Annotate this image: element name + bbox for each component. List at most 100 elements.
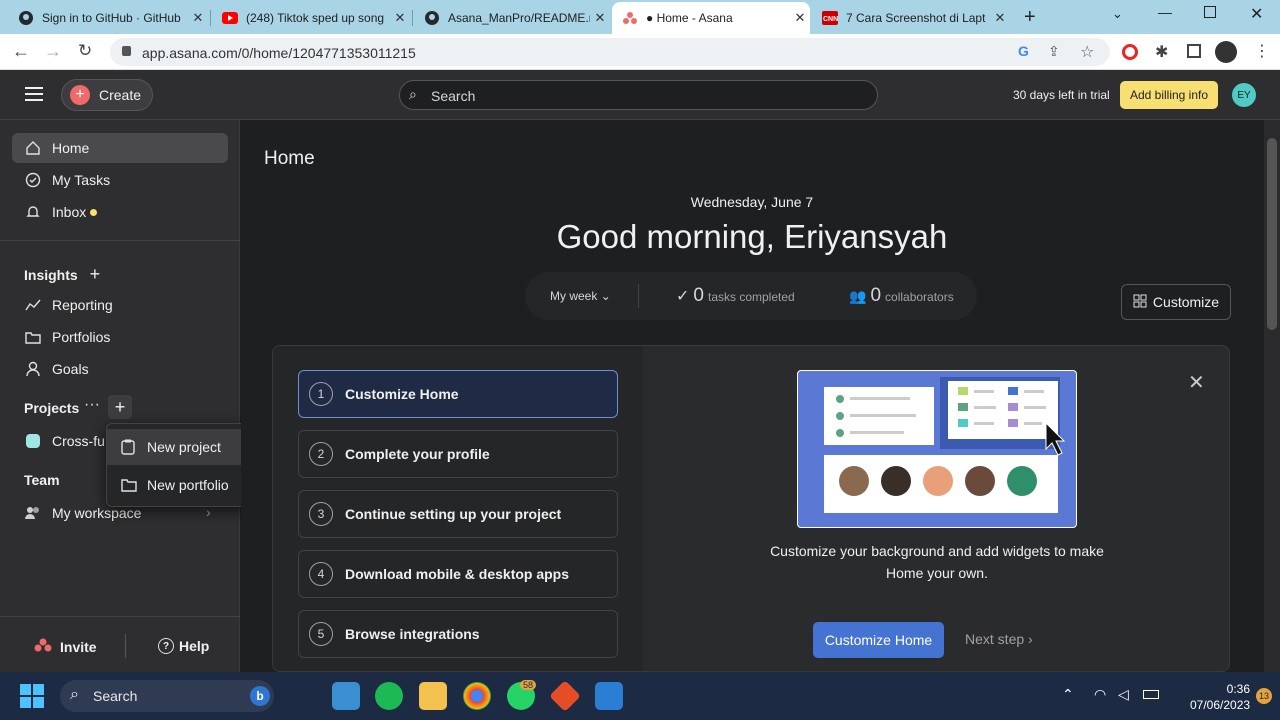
lock-icon — [122, 46, 131, 56]
restore-icon[interactable] — [1204, 6, 1216, 18]
git-app-icon[interactable] — [549, 680, 581, 712]
forward-icon[interactable]: → — [44, 41, 62, 62]
tab-title: 7 Cara Screenshot di Lapt — [846, 11, 986, 25]
customize-home-button[interactable]: Customize Home — [813, 622, 944, 658]
projects-heading[interactable]: Projects — [24, 400, 79, 416]
minimize-icon[interactable]: — — [1158, 4, 1172, 20]
sidebar-item-label: Home — [52, 140, 90, 156]
main-scrollbar[interactable] — [1264, 120, 1280, 672]
step-complete-profile[interactable]: 2 Complete your profile — [298, 430, 618, 478]
sidebar-item-my-tasks[interactable]: My Tasks — [12, 165, 228, 195]
help-button[interactable]: ? Help — [158, 638, 209, 654]
sidebar-item-portfolios[interactable]: Portfolios — [12, 322, 228, 352]
sidebar-item-label: My workspace — [52, 505, 142, 521]
extensions-puzzle-icon[interactable]: ✱ — [1155, 42, 1168, 62]
chrome-icon[interactable] — [463, 682, 491, 710]
tab-title: Sign in to GitHub · GitHub — [42, 11, 181, 25]
browser-tab[interactable]: CNN 7 Cara Screenshot di Lapt ✕ — [812, 2, 1010, 34]
onboarding-steps: 1 Customize Home 2 Complete your profile 3… — [273, 346, 643, 671]
chevron-up-icon[interactable]: ⌃ — [1062, 686, 1074, 703]
add-billing-button[interactable]: Add billing info — [1120, 81, 1218, 109]
search-input[interactable]: ⌕ Search — [399, 80, 878, 110]
scroll-thumb[interactable] — [1267, 138, 1277, 330]
whatsapp-badge: 58 — [520, 680, 537, 690]
home-icon — [24, 139, 42, 157]
close-panel-icon[interactable]: ✕ — [1188, 370, 1205, 395]
greeting-text: Good morning, Eriyansyah — [556, 218, 948, 255]
chart-line-icon — [24, 296, 42, 314]
battery-icon[interactable] — [1143, 690, 1159, 699]
bing-icon[interactable]: b — [250, 686, 270, 706]
browser-tab[interactable]: Asana_ManPro/README.m ✕ — [414, 2, 610, 34]
back-icon[interactable]: ← — [12, 41, 30, 62]
extension-icon[interactable] — [1122, 44, 1138, 60]
browser-tab-active[interactable]: ● Home - Asana ✕ — [612, 2, 810, 34]
stats-bar: My week ⌄ ✓ 0 tasks completed 👥 0 collab… — [525, 272, 977, 320]
side-panel-icon[interactable] — [1187, 44, 1201, 58]
profile-avatar[interactable] — [1215, 41, 1237, 63]
new-tab-icon[interactable]: + — [1024, 6, 1036, 29]
system-clock[interactable]: 0:36 07/06/2023 — [1190, 681, 1250, 713]
next-step-button[interactable]: Next step › — [965, 631, 1033, 647]
add-insight-icon[interactable]: + — [90, 264, 101, 284]
browser-tab[interactable]: (248) Tiktok sped up song ✕ — [212, 2, 410, 34]
photos-icon[interactable] — [595, 682, 623, 710]
menu-item-label: New project — [147, 439, 221, 455]
url-text: app.asana.com/0/home/1204771353011215 — [142, 45, 416, 61]
windows-start-icon[interactable] — [20, 684, 44, 713]
tab-search-icon[interactable]: ⌄ — [1112, 6, 1123, 22]
notification-badge[interactable]: 13 — [1256, 688, 1272, 704]
file-explorer-icon[interactable] — [419, 682, 447, 710]
search-icon: ⌕ — [409, 86, 417, 102]
people-icon — [24, 504, 42, 522]
app-topbar: + Create ⌕ Search 30 days left in trial … — [0, 70, 1280, 120]
team-heading[interactable]: Team — [24, 472, 60, 488]
step-download-apps[interactable]: 4 Download mobile & desktop apps — [298, 550, 618, 598]
step-browse-integrations[interactable]: 5 Browse integrations — [298, 610, 618, 658]
user-avatar[interactable]: EY — [1232, 83, 1256, 107]
asana-logo-icon — [34, 638, 52, 655]
close-tab-icon[interactable]: ✕ — [188, 10, 208, 26]
wifi-icon[interactable]: ◠ — [1094, 686, 1106, 703]
plus-icon: + — [70, 85, 90, 105]
bell-icon — [24, 203, 42, 221]
share-icon[interactable]: ⇪ — [1048, 43, 1060, 60]
tab-title: Asana_ManPro/README.m — [448, 11, 590, 25]
help-icon: ? — [158, 638, 174, 654]
menu-item-label: New portfolio — [147, 477, 229, 493]
close-tab-icon[interactable]: ✕ — [390, 10, 410, 26]
close-tab-icon[interactable]: ✕ — [790, 10, 810, 26]
spotify-icon[interactable] — [375, 682, 403, 710]
bookmark-star-icon[interactable]: ☆ — [1080, 42, 1094, 62]
close-window-icon[interactable]: ✕ — [1250, 4, 1263, 24]
sidebar-item-inbox[interactable]: Inbox — [12, 197, 228, 227]
google-icon[interactable]: G — [1018, 43, 1029, 59]
volume-icon[interactable]: ◁ — [1118, 686, 1129, 703]
taskbar-search[interactable]: ⌕ Search b — [60, 680, 274, 712]
add-project-button[interactable]: + — [108, 395, 132, 419]
hamburger-menu-icon[interactable] — [25, 87, 43, 101]
browser-menu-icon[interactable]: ⋮ — [1254, 41, 1270, 61]
step-setup-project[interactable]: 3 Continue setting up your project — [298, 490, 618, 538]
sidebar-item-goals[interactable]: Goals — [12, 354, 228, 384]
sidebar-item-reporting[interactable]: Reporting — [12, 290, 228, 320]
period-dropdown[interactable]: My week ⌄ — [550, 289, 611, 303]
more-options-icon[interactable]: ··· — [84, 396, 100, 414]
folder-icon — [121, 478, 137, 492]
customize-button[interactable]: Customize — [1121, 284, 1231, 320]
address-bar[interactable]: app.asana.com/0/home/1204771353011215 G … — [110, 38, 1110, 66]
reload-icon[interactable]: ↻ — [78, 41, 92, 61]
close-tab-icon[interactable]: ✕ — [590, 10, 610, 26]
project-color-swatch — [24, 432, 42, 450]
step-customize-home[interactable]: 1 Customize Home — [298, 370, 618, 418]
sidebar-item-label: Inbox — [52, 204, 87, 220]
github-icon — [424, 10, 440, 26]
create-button[interactable]: + Create — [61, 79, 153, 111]
explorer-app-icon[interactable] — [332, 682, 360, 710]
close-tab-icon[interactable]: ✕ — [990, 10, 1010, 26]
unread-dot — [90, 208, 98, 216]
browser-tab[interactable]: Sign in to GitHub · GitHub ✕ — [8, 2, 208, 34]
invite-button[interactable]: Invite — [34, 638, 97, 655]
sidebar-item-home[interactable]: Home — [12, 133, 228, 163]
insights-heading[interactable]: Insights + — [24, 264, 100, 285]
